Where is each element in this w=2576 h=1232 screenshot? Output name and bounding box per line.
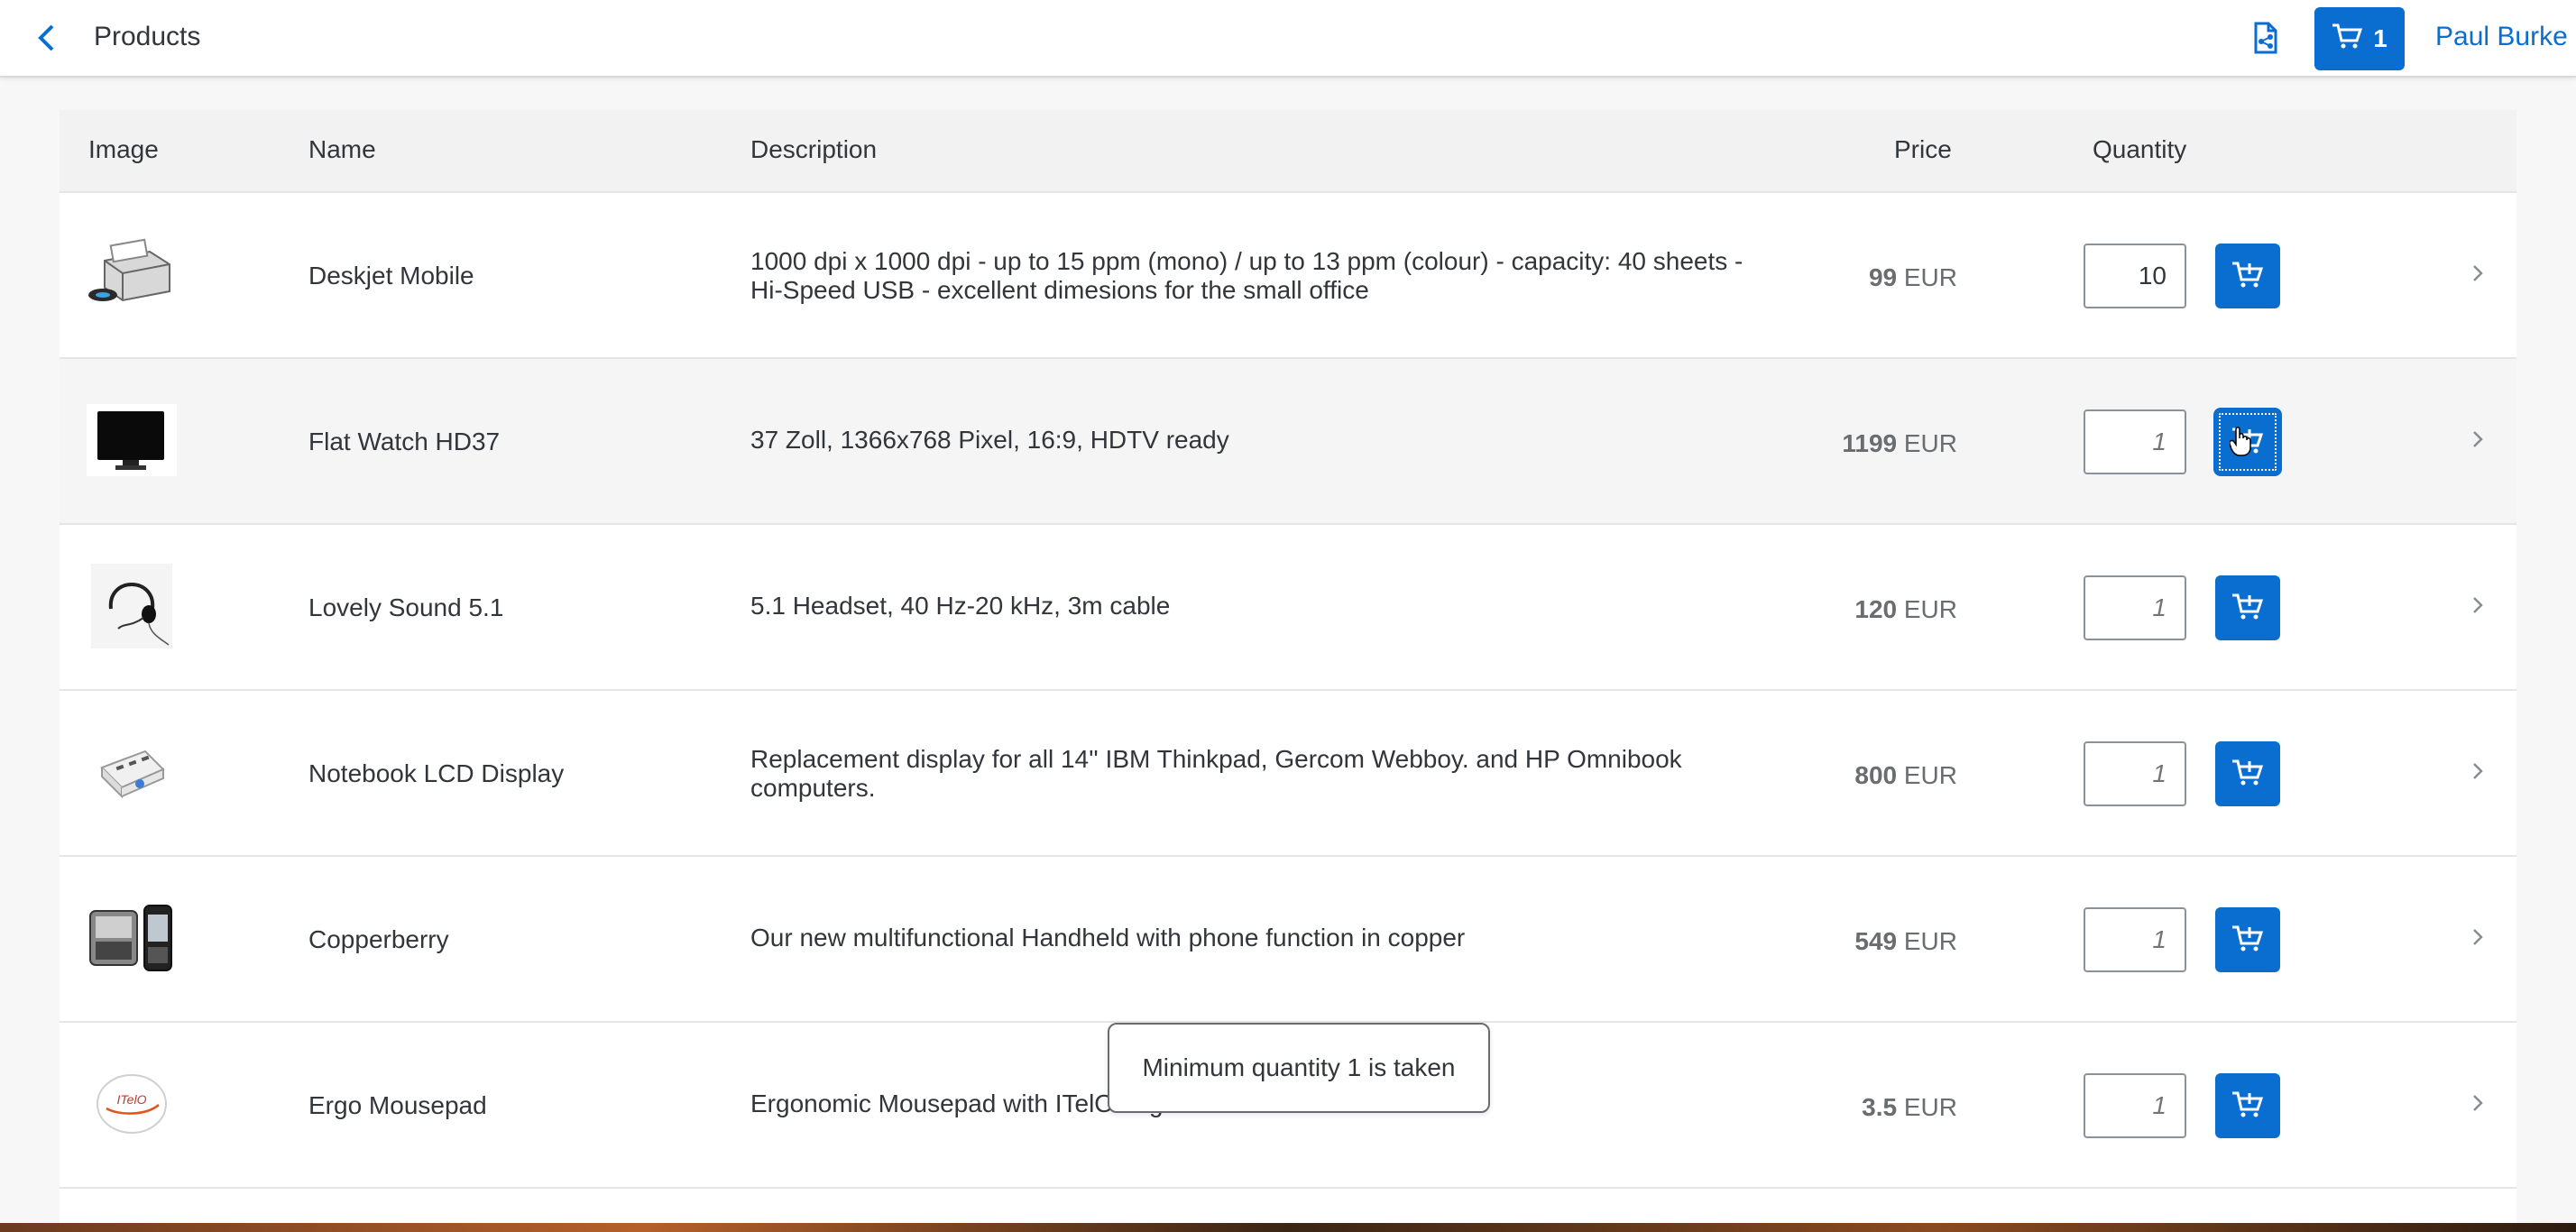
price-currency: EUR	[1903, 429, 1957, 457]
row-navigation-chevron[interactable]	[2464, 925, 2491, 952]
product-description: 1000 dpi x 1000 dpi - up to 15 ppm (mono…	[750, 247, 1743, 304]
product-description: Our new multifunctional Handheld with ph…	[750, 924, 1466, 952]
desktop-background-strip	[0, 1223, 2576, 1232]
page-title: Products	[94, 22, 201, 51]
app-header: Products 1 Paul Burke	[0, 0, 2576, 78]
product-price: 99 EUR	[1869, 263, 1957, 292]
product-price: 120 EUR	[1854, 595, 1957, 624]
message-toast: Minimum quantity 1 is taken	[1108, 1023, 1490, 1113]
add-to-cart-button[interactable]	[2215, 907, 2280, 972]
add-to-cart-icon	[2231, 1089, 2264, 1123]
cart-icon	[2332, 23, 2363, 56]
price-value: 1199	[1842, 429, 1898, 457]
quantity-input[interactable]	[2084, 741, 2186, 806]
product-price: 549 EUR	[1854, 927, 1957, 956]
row-navigation-chevron[interactable]	[2464, 428, 2491, 455]
add-to-cart-icon	[2231, 592, 2264, 625]
price-value: 120	[1854, 595, 1898, 623]
quantity-input[interactable]	[2084, 1073, 2186, 1138]
column-header-quantity: Quantity	[2093, 135, 2187, 163]
quantity-input[interactable]	[2084, 575, 2186, 640]
product-image	[87, 563, 177, 653]
product-image	[87, 397, 177, 487]
column-header-price: Price	[1894, 135, 1952, 163]
product-name: Lovely Sound 5.1	[308, 593, 504, 621]
product-name: Notebook LCD Display	[308, 759, 565, 787]
quantity-input[interactable]	[2084, 907, 2186, 972]
chevron-right-icon	[2471, 1093, 2484, 1117]
share-button[interactable]	[2242, 16, 2289, 63]
mousepad-logo-icon: ITelO	[94, 1072, 170, 1140]
cart-count-badge: 1	[2373, 24, 2387, 52]
row-navigation-chevron[interactable]	[2464, 593, 2491, 621]
price-value: 549	[1854, 927, 1898, 955]
chevron-right-icon	[2471, 927, 2484, 952]
monitor-icon	[87, 403, 177, 481]
product-description: 37 Zoll, 1366x768 Pixel, 16:9, HDTV read…	[750, 426, 1229, 454]
document-share-icon	[2250, 22, 2281, 59]
table-row[interactable]: Copperberry Our new multifunctional Hand…	[60, 857, 2516, 1023]
hand-cursor-icon	[2229, 426, 2251, 456]
price-value: 99	[1868, 263, 1898, 291]
usb-hub-icon	[91, 731, 172, 817]
product-name: Flat Watch HD37	[308, 428, 501, 455]
product-name: Ergo Mousepad	[308, 1091, 487, 1119]
product-description: Replacement display for all 14'' IBM Thi…	[750, 745, 1682, 802]
price-currency: EUR	[1903, 595, 1957, 623]
table-row[interactable]: Notebook LCD Display Replacement display…	[60, 691, 2516, 857]
column-header-name: Name	[308, 135, 376, 163]
product-price: 1199 EUR	[1842, 429, 1957, 458]
back-button[interactable]	[23, 16, 70, 63]
price-currency: EUR	[1903, 761, 1957, 789]
product-image	[87, 729, 177, 819]
printer-icon	[87, 234, 177, 319]
quantity-input[interactable]	[2084, 409, 2186, 474]
chevron-left-icon	[36, 23, 58, 57]
add-to-cart-button[interactable]	[2215, 575, 2280, 640]
chevron-right-icon	[2471, 429, 2484, 454]
product-name: Deskjet Mobile	[308, 262, 474, 290]
table-row[interactable]: Flat Watch HD37 37 Zoll, 1366x768 Pixel,…	[60, 359, 2516, 525]
chevron-right-icon	[2471, 595, 2484, 620]
add-to-cart-icon	[2231, 260, 2264, 293]
column-header-image: Image	[88, 135, 159, 163]
handheld-phone-icon	[88, 904, 175, 977]
chevron-right-icon	[2471, 761, 2484, 786]
row-navigation-chevron[interactable]	[2464, 262, 2491, 289]
row-navigation-chevron[interactable]	[2464, 759, 2491, 786]
row-navigation-chevron[interactable]	[2464, 1091, 2491, 1118]
table-row[interactable]: Deskjet Mobile 1000 dpi x 1000 dpi - up …	[60, 193, 2516, 359]
price-currency: EUR	[1903, 263, 1957, 291]
product-image	[87, 231, 177, 321]
column-header-description: Description	[750, 135, 878, 163]
price-value: 3.5	[1862, 1093, 1898, 1121]
add-to-cart-button[interactable]	[2215, 1073, 2280, 1138]
headset-icon	[91, 563, 172, 653]
product-description: 5.1 Headset, 40 Hz-20 kHz, 3m cable	[750, 592, 1171, 620]
price-value: 800	[1854, 761, 1898, 789]
quantity-input[interactable]	[2084, 244, 2186, 308]
price-currency: EUR	[1903, 1093, 1957, 1121]
user-name-link[interactable]: Paul Burke	[2435, 22, 2568, 52]
product-price: 3.5 EUR	[1862, 1093, 1957, 1122]
cart-button[interactable]: 1	[2314, 7, 2405, 70]
add-to-cart-button[interactable]	[2215, 244, 2280, 308]
chevron-right-icon	[2471, 263, 2484, 288]
product-image: ITelO	[87, 1061, 177, 1151]
mousepad-logo-text: ITelO	[117, 1092, 147, 1107]
product-image	[87, 895, 177, 985]
table-row[interactable]: Lovely Sound 5.1 5.1 Headset, 40 Hz-20 k…	[60, 525, 2516, 691]
add-to-cart-icon	[2231, 758, 2264, 791]
product-name: Copperberry	[308, 925, 449, 953]
price-currency: EUR	[1903, 927, 1957, 955]
add-to-cart-button[interactable]	[2215, 741, 2280, 806]
table-header: Image Name Description Price Quantity	[60, 110, 2516, 193]
product-price: 800 EUR	[1854, 761, 1957, 790]
add-to-cart-icon	[2231, 924, 2264, 957]
